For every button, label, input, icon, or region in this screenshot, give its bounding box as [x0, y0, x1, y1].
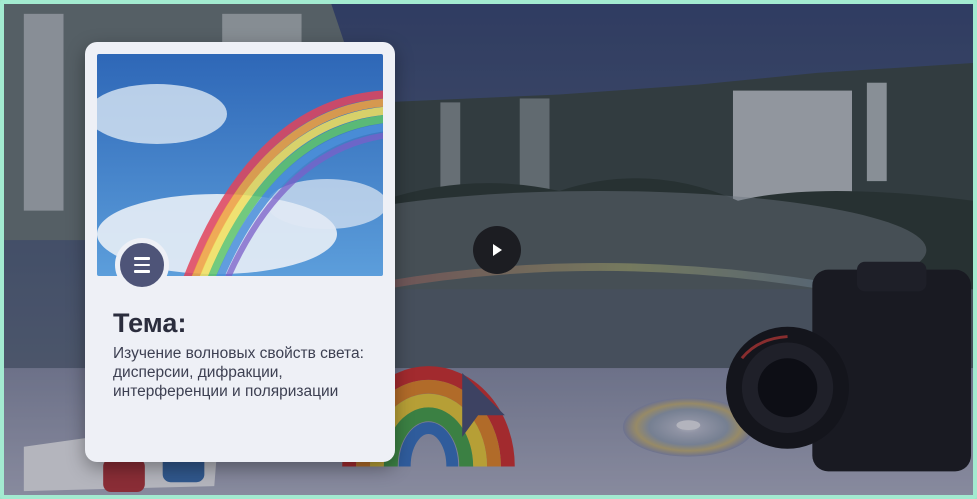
topic-card: Тема: Изучение волновых свойств света: д…: [85, 42, 395, 462]
card-title: Тема:: [113, 308, 187, 338]
play-icon: [493, 244, 502, 256]
slide-frame: Тема: Изучение волновых свойств света: д…: [0, 0, 977, 499]
card-description: Изучение волновых свойств света: дисперс…: [113, 345, 364, 400]
menu-button[interactable]: [115, 238, 169, 292]
menu-icon: [134, 255, 150, 274]
play-button[interactable]: [473, 226, 521, 274]
